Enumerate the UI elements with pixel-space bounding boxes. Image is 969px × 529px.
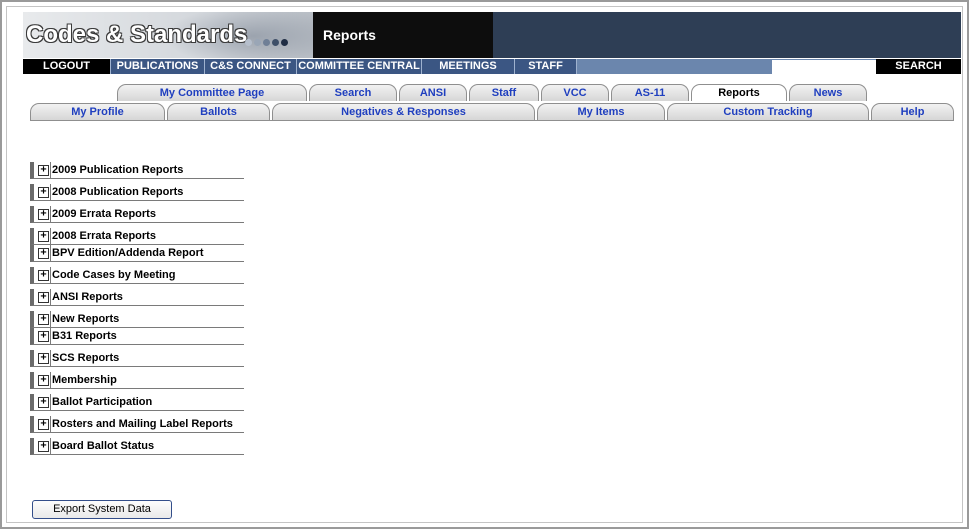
divider [50,350,51,366]
dot-icon [281,39,288,46]
expand-icon[interactable]: + [38,441,49,452]
expand-icon[interactable]: + [38,248,49,259]
report-label: Code Cases by Meeting [52,269,176,281]
divider [50,438,51,454]
report-board-ballot-status[interactable]: + Board Ballot Status [30,438,244,455]
report-membership[interactable]: + Membership [30,372,244,389]
report-label: B31 Reports [52,330,117,342]
export-system-data-button[interactable]: Export System Data [32,500,172,519]
divider [50,311,51,327]
tab-my-items[interactable]: My Items [537,103,665,120]
divider [50,328,51,344]
divider [50,162,51,178]
dot-icon [254,39,261,46]
report-code-cases[interactable]: + Code Cases by Meeting [30,267,244,284]
expand-icon[interactable]: + [38,375,49,386]
expand-icon[interactable]: + [38,270,49,281]
expand-icon[interactable]: + [38,187,49,198]
expand-icon[interactable]: + [38,292,49,303]
divider [50,245,51,261]
divider [50,206,51,222]
report-label: BPV Edition/Addenda Report [52,247,204,259]
tab-my-committee-page[interactable]: My Committee Page [117,84,307,101]
nav-logout[interactable]: LOGOUT [23,59,111,74]
report-label: Membership [52,374,117,386]
tab-ansi[interactable]: ANSI [399,84,467,101]
report-label: Board Ballot Status [52,440,155,452]
divider [50,184,51,200]
expand-icon[interactable]: + [38,314,49,325]
site-title: Codes & Standards [26,21,248,48]
expand-icon[interactable]: + [38,331,49,342]
expand-icon[interactable]: + [38,209,49,220]
report-2008-errata[interactable]: + 2008 Errata Reports [30,228,244,245]
tab-search[interactable]: Search [309,84,397,101]
report-new[interactable]: + New Reports [30,311,244,328]
tab-vcc[interactable]: VCC [541,84,609,101]
top-navbar: LOGOUT PUBLICATIONS C&S CONNECT COMMITTE… [23,59,961,75]
decorative-dots [245,33,290,46]
nav-meetings[interactable]: MEETINGS [422,59,515,74]
report-ansi[interactable]: + ANSI Reports [30,289,244,306]
search-button[interactable]: SEARCH [876,59,961,74]
site-banner: Codes & Standards Reports [23,12,961,58]
tab-reports[interactable]: Reports [691,84,787,101]
expand-icon[interactable]: + [38,165,49,176]
dot-icon [245,39,252,46]
divider [50,267,51,283]
tab-staff[interactable]: Staff [469,84,539,101]
tab-negatives-responses[interactable]: Negatives & Responses [272,103,535,120]
page-title: Reports [323,27,376,43]
report-ballot-participation[interactable]: + Ballot Participation [30,394,244,411]
nav-cs-connect[interactable]: C&S CONNECT [205,59,297,74]
divider [50,372,51,388]
tab-ballots[interactable]: Ballots [167,103,270,120]
report-label: Ballot Participation [52,396,153,408]
dot-icon [272,39,279,46]
expand-icon[interactable]: + [38,231,49,242]
divider [50,289,51,305]
divider [50,394,51,410]
report-b31[interactable]: + B31 Reports [30,328,244,345]
tab-custom-tracking[interactable]: Custom Tracking [667,103,869,120]
report-rosters-mailing[interactable]: + Rosters and Mailing Label Reports [30,416,244,433]
report-2009-errata[interactable]: + 2009 Errata Reports [30,206,244,223]
report-label: 2009 Errata Reports [52,208,156,220]
expand-icon[interactable]: + [38,353,49,364]
report-2009-publication[interactable]: + 2009 Publication Reports [30,162,244,179]
nav-publications[interactable]: PUBLICATIONS [111,59,205,74]
nav-staff[interactable]: STAFF [515,59,577,74]
report-label: SCS Reports [52,352,120,364]
tab-my-profile[interactable]: My Profile [30,103,165,120]
report-label: New Reports [52,313,120,325]
report-label: 2008 Publication Reports [52,186,184,198]
report-label: 2009 Publication Reports [52,164,184,176]
tab-divider [30,120,954,121]
report-label: Rosters and Mailing Label Reports [52,418,233,430]
tab-help[interactable]: Help [871,103,954,120]
dot-icon [263,39,270,46]
report-label: 2008 Errata Reports [52,230,156,242]
search-input[interactable] [772,60,880,75]
report-label: ANSI Reports [52,291,123,303]
report-scs[interactable]: + SCS Reports [30,350,244,367]
divider [50,416,51,432]
report-2008-publication[interactable]: + 2008 Publication Reports [30,184,244,201]
divider [50,228,51,244]
report-bpv-edition-addenda[interactable]: + BPV Edition/Addenda Report [30,245,244,262]
expand-icon[interactable]: + [38,397,49,408]
expand-icon[interactable]: + [38,419,49,430]
nav-committee-central[interactable]: COMMITTEE CENTRAL [297,59,422,74]
tab-as-11[interactable]: AS-11 [611,84,689,101]
tab-news[interactable]: News [789,84,867,101]
